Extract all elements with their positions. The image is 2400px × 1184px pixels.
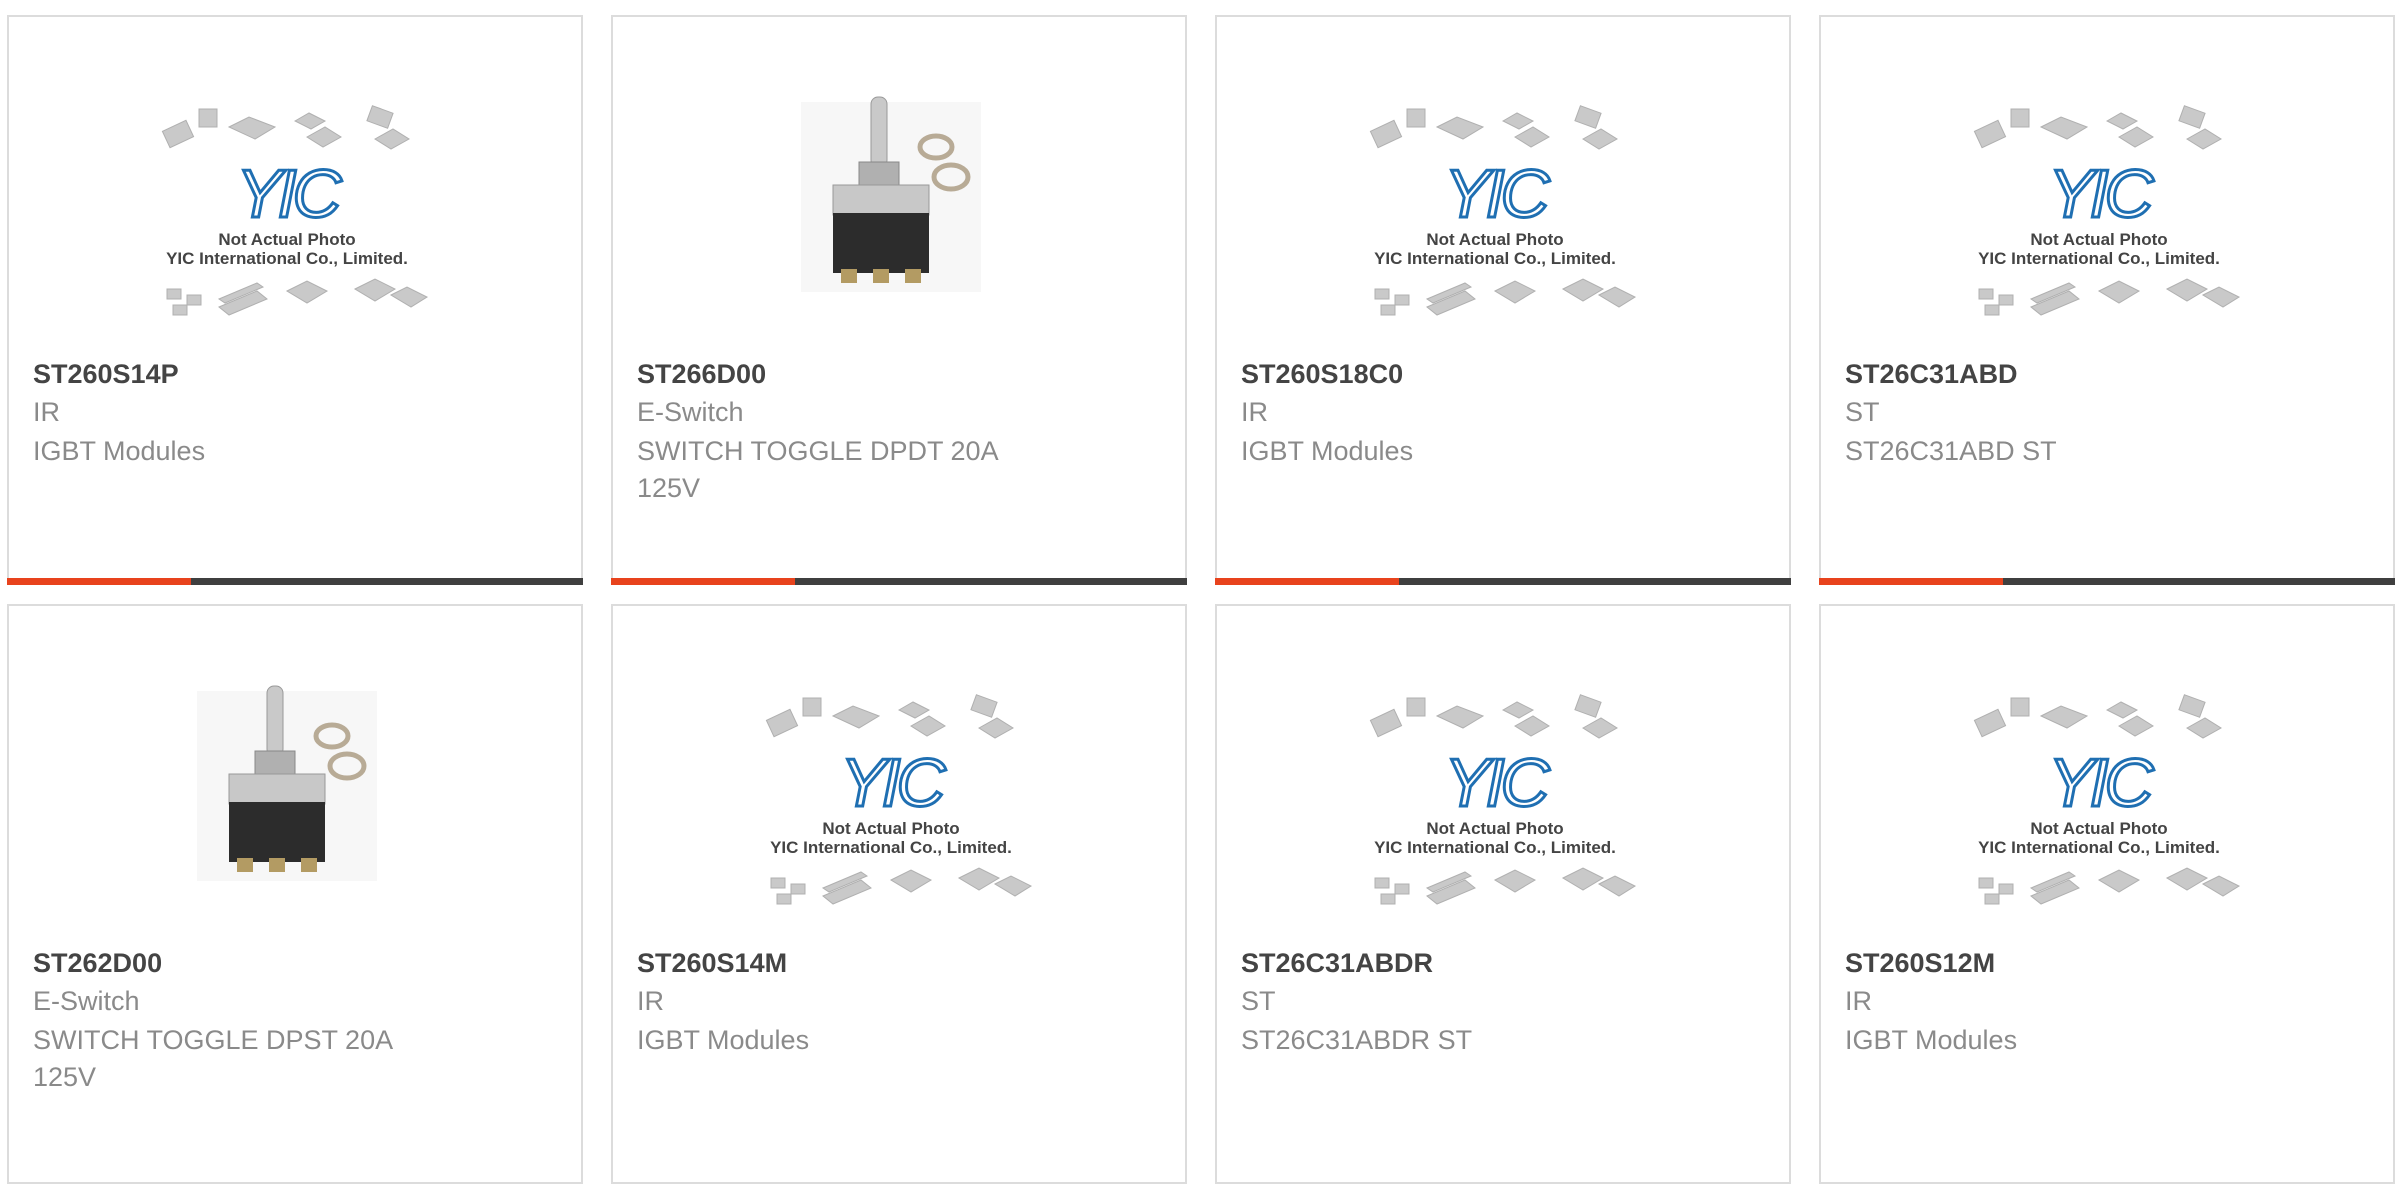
product-part-number[interactable]: ST266D00 [637,359,766,390]
product-description: ST26C31ABD ST [1845,436,2057,466]
product-card[interactable]: YIC Not Actual Photo YIC International C… [1215,15,1791,585]
product-part-number[interactable]: ST26C31ABDR [1241,948,1433,979]
placeholder-line2: YIC International Co., Limited. [770,838,1012,857]
placeholder-line2: YIC International Co., Limited. [1978,838,2220,857]
svg-text:YIC: YIC [2048,156,2154,232]
product-description: IGBT Modules [1241,436,1414,466]
product-description: IGBT Modules [33,436,206,466]
product-thumbnail[interactable] [741,77,1041,317]
placeholder-image: YIC Not Actual Photo YIC International C… [1973,694,2241,905]
product-brand: E-Switch [637,397,744,427]
product-description: SWITCH TOGGLE DPDT 20A 125V [637,436,998,503]
product-thumbnail[interactable]: YIC Not Actual Photo YIC International C… [1345,77,1645,317]
product-card[interactable]: YIC Not Actual Photo YIC International C… [1819,15,2395,585]
product-card[interactable]: YIC Not Actual Photo YIC International C… [1819,604,2395,1184]
product-brand: IR [1845,986,1872,1016]
card-bottom-bar [1819,578,2395,585]
card-bottom-bar [7,578,583,585]
product-brand: IR [1241,397,1268,427]
svg-text:YIC: YIC [236,156,342,232]
product-card[interactable]: ST262D00 E-Switch SWITCH TOGGLE DPST 20A… [7,604,583,1184]
product-part-number[interactable]: ST26C31ABD [1845,359,2018,390]
placeholder-line1: Not Actual Photo [2030,230,2167,249]
card-accent-bar [1215,578,1399,585]
placeholder-image: YIC Not Actual Photo YIC International C… [765,694,1033,905]
placeholder-line2: YIC International Co., Limited. [1978,249,2220,268]
product-thumbnail[interactable] [137,666,437,906]
product-grid: YIC Not Actual Photo YIC International C… [0,0,2400,1184]
product-brand: E-Switch [33,986,140,1016]
product-description: ST26C31ABDR ST [1241,1025,1473,1055]
product-thumbnail[interactable]: YIC Not Actual Photo YIC International C… [1949,666,2249,906]
product-card[interactable]: ST266D00 E-Switch SWITCH TOGGLE DPDT 20A… [611,15,1187,585]
card-bottom-bar [1215,578,1791,585]
product-part-number[interactable]: ST260S14M [637,948,787,979]
card-accent-bar [611,578,795,585]
placeholder-line1: Not Actual Photo [2030,819,2167,838]
svg-text:YIC: YIC [1444,156,1550,232]
product-card[interactable]: YIC Not Actual Photo YIC International C… [1215,604,1791,1184]
placeholder-image: YIC Not Actual Photo YIC International C… [1973,105,2241,316]
placeholder-line2: YIC International Co., Limited. [1374,249,1616,268]
product-description: IGBT Modules [1845,1025,2018,1055]
product-brand: IR [637,986,664,1016]
placeholder-line1: Not Actual Photo [822,819,959,838]
placeholder-line2: YIC International Co., Limited. [166,249,408,268]
svg-text:YIC: YIC [2048,745,2154,821]
card-accent-bar [7,578,191,585]
product-brand: IR [33,397,60,427]
svg-text:YIC: YIC [840,745,946,821]
svg-text:YIC: YIC [1444,745,1550,821]
placeholder-line1: Not Actual Photo [1426,230,1563,249]
product-thumbnail[interactable]: YIC Not Actual Photo YIC International C… [137,77,437,317]
product-part-number[interactable]: ST262D00 [33,948,162,979]
product-thumbnail[interactable]: YIC Not Actual Photo YIC International C… [741,666,1041,906]
product-description: IGBT Modules [637,1025,810,1055]
product-card[interactable]: YIC Not Actual Photo YIC International C… [611,604,1187,1184]
product-brand: ST [1845,397,1880,427]
product-part-number[interactable]: ST260S14P [33,359,179,390]
placeholder-line2: YIC International Co., Limited. [1374,838,1616,857]
placeholder-image: YIC Not Actual Photo YIC International C… [161,105,429,316]
placeholder-line1: Not Actual Photo [1426,819,1563,838]
placeholder-image: YIC Not Actual Photo YIC International C… [1369,105,1637,316]
placeholder-line1: Not Actual Photo [218,230,355,249]
product-part-number[interactable]: ST260S12M [1845,948,1995,979]
product-card[interactable]: YIC Not Actual Photo YIC International C… [7,15,583,585]
card-accent-bar [1819,578,2003,585]
product-brand: ST [1241,986,1276,1016]
product-description: SWITCH TOGGLE DPST 20A 125V [33,1025,392,1092]
toggle-switch-image [801,96,981,292]
product-part-number[interactable]: ST260S18C0 [1241,359,1403,390]
product-thumbnail[interactable]: YIC Not Actual Photo YIC International C… [1345,666,1645,906]
toggle-switch-image [197,685,377,881]
product-thumbnail[interactable]: YIC Not Actual Photo YIC International C… [1949,77,2249,317]
card-bottom-bar [611,578,1187,585]
placeholder-image: YIC Not Actual Photo YIC International C… [1369,694,1637,905]
